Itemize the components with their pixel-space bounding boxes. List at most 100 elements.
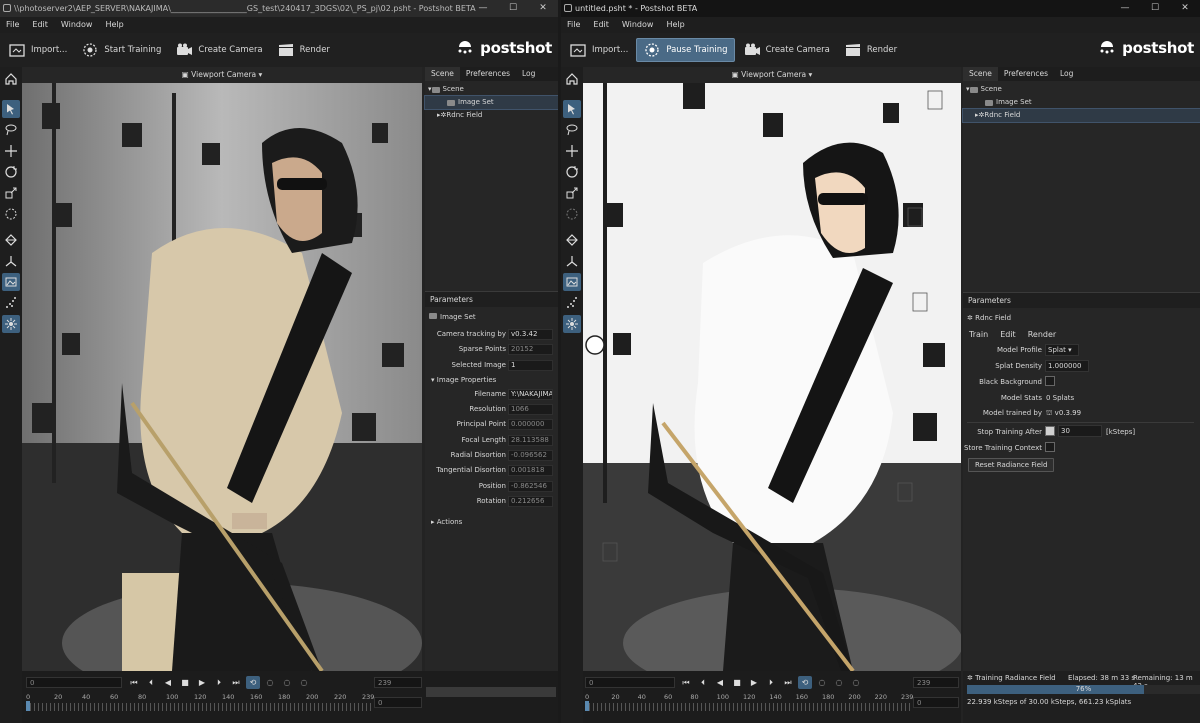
playhead[interactable] [585,701,589,711]
tab-scene[interactable]: Scene [963,67,998,81]
home-tool[interactable] [2,70,20,88]
play-icon[interactable]: ▶ [747,676,761,689]
param-value[interactable]: -0.862546 [508,480,553,492]
viewport-header[interactable]: ▣ Viewport Camera ▾ [583,67,961,83]
stop-icon[interactable]: ■ [178,676,192,689]
play-icon[interactable]: ▶ [195,676,209,689]
loop-icon[interactable]: ⟲ [798,676,812,689]
actions-section[interactable]: ▸ Actions [425,515,558,529]
close-icon[interactable]: ✕ [528,0,558,17]
record-icon[interactable]: ◌ [263,676,277,689]
splat-density-input[interactable]: 1.000000 [1045,360,1089,372]
circle-select-tool[interactable] [2,205,20,223]
timeline-end-field[interactable]: 239 [374,677,422,688]
menu-file[interactable]: File [5,17,25,33]
loop-icon[interactable]: ⟲ [246,676,260,689]
timeline-end-field[interactable]: 239 [913,677,959,688]
store-training-context-checkbox[interactable] [1045,442,1055,452]
playhead[interactable] [26,701,30,711]
tree-item-scene[interactable]: ▾ Scene [425,83,558,96]
scale-tool[interactable] [2,184,20,202]
last-frame-icon[interactable]: ⏭ [229,676,243,689]
menu-window[interactable]: Window [60,17,99,33]
tab-train[interactable]: Train [963,328,994,344]
lasso-tool[interactable] [2,121,20,139]
select-tool[interactable] [2,100,20,118]
create-camera-button[interactable]: Create Camera [169,38,268,62]
prev-key-icon[interactable]: ⏴ [144,676,158,689]
create-camera-button[interactable]: Create Camera [737,38,836,62]
param-value[interactable]: 0.000000 [508,419,553,431]
points-tool[interactable] [563,294,581,312]
tree-item-image-set[interactable]: Image Set [963,96,1200,109]
next-key-icon[interactable]: ⏵ [764,676,778,689]
stop-training-input[interactable]: 30 [1058,425,1102,437]
splat-tool[interactable] [563,315,581,333]
tree-item-image-set[interactable]: Image Set [424,95,558,110]
timeline-ruler[interactable]: 0 20 40 60 80 100 120 140 160 180 200 220 239 [26,693,374,711]
axis-tool[interactable] [2,252,20,270]
maximize-icon[interactable]: ☐ [498,0,528,17]
keyframe-icon[interactable]: ◌ [849,676,863,689]
keyframe-icon[interactable]: ◌ [297,676,311,689]
current-frame-field[interactable]: 0 [374,697,422,708]
lasso-tool[interactable] [563,121,581,139]
move-tool[interactable] [2,142,20,160]
play-back-icon[interactable]: ◀ [161,676,175,689]
param-value[interactable]: 1066 [508,404,553,416]
tab-render[interactable]: Render [1022,328,1062,344]
tree-item-rdnc-field[interactable]: ▸ ✲ Rdnc Field [425,109,558,122]
pause-training-button[interactable]: Pause Training [636,38,735,62]
next-key-icon[interactable]: ⏵ [212,676,226,689]
viewport[interactable] [583,83,961,671]
rotate-tool[interactable] [2,163,20,181]
menu-help[interactable]: Help [104,17,129,33]
first-frame-icon[interactable]: ⏮ [127,676,141,689]
param-value[interactable]: v0.3.42 [508,329,553,340]
sync-icon[interactable]: ◌ [832,676,846,689]
circle-select-tool[interactable] [563,205,581,223]
tab-preferences[interactable]: Preferences [998,67,1054,81]
black-background-checkbox[interactable] [1045,376,1055,386]
param-value[interactable]: 28.113588 [508,434,553,446]
tab-log[interactable]: Log [516,67,541,81]
scale-tool[interactable] [563,184,581,202]
minimize-icon[interactable]: — [468,0,498,17]
record-icon[interactable]: ◌ [815,676,829,689]
sync-icon[interactable]: ◌ [280,676,294,689]
param-value[interactable]: -0.096562 [508,450,553,462]
image-properties-section[interactable]: ▾ Image Properties [425,373,558,387]
move-tool[interactable] [563,142,581,160]
start-training-button[interactable]: Start Training [75,38,167,62]
minimize-icon[interactable]: — [1110,0,1140,17]
tree-item-scene[interactable]: ▾ Scene [963,83,1200,96]
param-value[interactable]: 0.212656 [508,495,553,507]
param-value[interactable]: 0.001818 [508,465,553,477]
param-value[interactable]: 1 [508,359,553,371]
plane-tool[interactable] [2,231,20,249]
render-button[interactable]: Render [838,38,903,62]
menu-edit[interactable]: Edit [31,17,54,33]
tab-preferences[interactable]: Preferences [460,67,516,81]
prev-key-icon[interactable]: ⏴ [696,676,710,689]
menu-window[interactable]: Window [621,17,660,33]
timeline-start-field[interactable]: 0 [26,677,122,688]
play-back-icon[interactable]: ◀ [713,676,727,689]
viewport-header[interactable]: ▣ Viewport Camera ▾ [22,67,422,83]
param-value[interactable]: 20152 [508,344,553,356]
stop-training-checkbox[interactable] [1045,426,1055,436]
axis-tool[interactable] [563,252,581,270]
splat-tool[interactable] [2,315,20,333]
tab-edit[interactable]: Edit [994,328,1022,344]
viewport[interactable] [22,83,422,671]
import-button[interactable]: Import... [563,38,634,62]
close-icon[interactable]: ✕ [1170,0,1200,17]
current-frame-field[interactable]: 0 [913,697,959,708]
menu-file[interactable]: File [566,17,586,33]
tree-item-rdnc-field[interactable]: ▸ ✲ Rdnc Field [962,108,1200,123]
timeline-ruler[interactable]: 0 20 40 60 80 100 120 140 160 180 200 220 239 [585,693,913,711]
timeline-start-field[interactable]: 0 [585,677,675,688]
rotate-tool[interactable] [563,163,581,181]
first-frame-icon[interactable]: ⏮ [679,676,693,689]
menu-help[interactable]: Help [665,17,690,33]
